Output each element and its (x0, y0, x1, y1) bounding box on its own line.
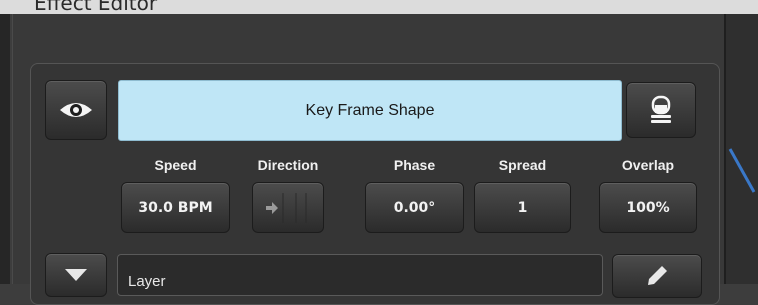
spread-button[interactable]: 1 (474, 182, 571, 233)
layer-field[interactable]: Layer (117, 254, 603, 296)
arrow-right-icon (266, 192, 307, 223)
triangle-down-icon (65, 269, 87, 281)
left-edge (0, 14, 10, 284)
direction-label: Direction (257, 157, 319, 173)
edit-button[interactable] (612, 254, 702, 298)
overlap-button[interactable]: 100% (599, 182, 697, 233)
overlap-value: 100% (626, 199, 670, 216)
window-title: Effect Editor (34, 0, 158, 14)
eye-icon (60, 103, 92, 117)
fixture-icon (651, 95, 671, 123)
speed-button[interactable]: 30.0 BPM (121, 182, 230, 233)
direction-button[interactable] (252, 182, 324, 233)
phase-label: Phase (393, 157, 436, 173)
overlap-label: Overlap (621, 157, 675, 173)
phase-button[interactable]: 0.00° (365, 182, 464, 233)
speed-value: 30.0 BPM (138, 199, 213, 216)
pencil-icon (648, 266, 667, 285)
expand-button[interactable] (45, 253, 107, 297)
visibility-button[interactable] (45, 80, 107, 140)
speed-label: Speed (154, 157, 197, 173)
phase-value: 0.00° (393, 199, 436, 216)
layer-value: Layer (128, 273, 166, 290)
window-titlebar: Effect Editor (0, 0, 758, 14)
spread-label: Spread (498, 157, 547, 173)
preview-curve (728, 148, 756, 193)
fixture-button[interactable] (626, 82, 696, 138)
spread-value: 1 (517, 199, 528, 216)
shape-name-field[interactable]: Key Frame Shape (118, 80, 622, 141)
